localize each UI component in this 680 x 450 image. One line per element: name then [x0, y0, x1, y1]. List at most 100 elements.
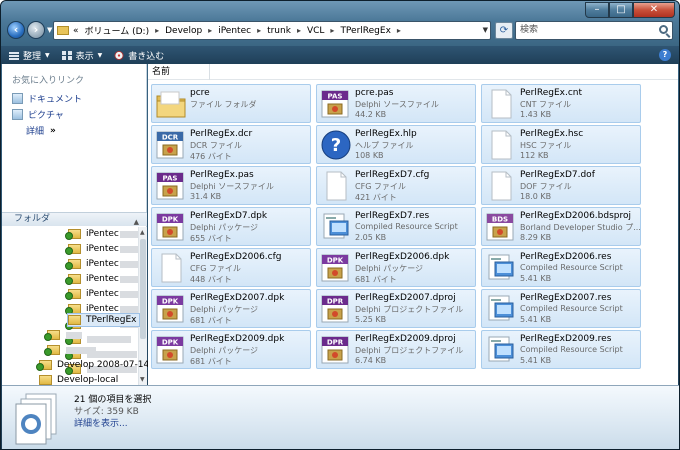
- breadcrumb-separator-icon[interactable]: ▸: [257, 26, 261, 35]
- breadcrumb-separator-icon[interactable]: ▸: [397, 26, 401, 35]
- refresh-button[interactable]: ⟳: [495, 22, 513, 39]
- dpk-file-icon: DPK: [155, 334, 187, 366]
- file-tile[interactable]: DPK PerlRegExD2007.dpk Delphi パッケージ 681 バイト: [151, 289, 311, 328]
- blank-file-icon: [485, 129, 517, 161]
- tree-item-develop-2008[interactable]: Develop 2008-07-14: [36, 358, 149, 372]
- column-header-name[interactable]: 名前: [148, 64, 210, 80]
- search-icon[interactable]: [659, 25, 668, 34]
- file-type: Delphi パッケージ: [190, 223, 259, 232]
- tree-item[interactable]: iPentec: [65, 227, 139, 241]
- svg-text:DPR: DPR: [327, 339, 344, 347]
- file-tile[interactable]: PerlRegEx.hsc HSC ファイル 112 KB: [481, 125, 641, 164]
- file-tile[interactable]: PerlRegExD7.res Compiled Resource Script 2…: [316, 207, 476, 246]
- file-tile[interactable]: pcre ファイル フォルダ: [151, 84, 311, 123]
- breadcrumb-tperlregex[interactable]: TPerlRegEx: [340, 26, 390, 36]
- file-size: 5.41 KB: [520, 274, 552, 283]
- tree-item-tperlregex[interactable]: TPerlRegEx: [67, 313, 141, 327]
- file-tile[interactable]: PerlRegExD7.dof DOF ファイル 18.0 KB: [481, 166, 641, 205]
- forward-button[interactable]: ›: [27, 21, 45, 39]
- file-type: CNT ファイル: [520, 100, 571, 109]
- tree-item[interactable]: iPentec: [65, 287, 139, 301]
- file-tile[interactable]: PerlRegExD2006.res Compiled Resource Scri…: [481, 248, 641, 287]
- folder-icon: [65, 229, 81, 240]
- view-icon: [61, 50, 72, 60]
- tree-item[interactable]: [44, 343, 96, 357]
- dpr-file-icon: DPR: [320, 293, 352, 325]
- file-tile[interactable]: DPK PerlRegExD2009.dpk Delphi パッケージ 681 バイト: [151, 330, 311, 369]
- file-tile[interactable]: PerlRegExD7.cfg CFG ファイル 421 バイト: [316, 166, 476, 205]
- view-button[interactable]: 表示 ▼: [61, 49, 102, 62]
- organize-button[interactable]: 整理 ▼: [9, 49, 50, 62]
- minimize-button[interactable]: –: [585, 2, 609, 18]
- file-type: ファイル フォルダ: [190, 100, 257, 109]
- svg-text:DPK: DPK: [162, 298, 179, 306]
- breadcrumb-develop[interactable]: Develop: [165, 26, 202, 36]
- tree-item[interactable]: iPentec: [65, 242, 139, 256]
- file-type: Compiled Resource Script: [520, 345, 623, 354]
- breadcrumb-vcl[interactable]: VCL: [307, 26, 324, 36]
- breadcrumb-volume[interactable]: ボリューム (D:): [85, 24, 150, 37]
- file-name: PerlRegExD7.dpk: [190, 211, 268, 221]
- file-size: 5.41 KB: [520, 356, 552, 365]
- show-details-link[interactable]: 詳細を表示...: [74, 416, 128, 429]
- file-size: 681 バイト: [190, 316, 232, 325]
- column-header-row: 名前: [148, 64, 678, 80]
- file-type: CFG ファイル: [190, 264, 241, 273]
- favorite-pictures[interactable]: ピクチャ: [12, 108, 64, 121]
- favorite-links-title: お気に入りリンク: [12, 76, 85, 86]
- tree-item[interactable]: iPentec: [65, 272, 139, 286]
- recent-pages-dropdown-icon[interactable]: ▼: [47, 26, 52, 34]
- tree-item[interactable]: [44, 328, 82, 342]
- redacted-text: [119, 230, 139, 238]
- file-tile[interactable]: PerlRegEx.cnt CNT ファイル 1.43 KB: [481, 84, 641, 123]
- breadcrumb-separator-icon[interactable]: ▸: [208, 26, 212, 35]
- scrollbar-thumb[interactable]: [140, 239, 146, 339]
- folders-header[interactable]: フォルダ ▲: [2, 212, 147, 226]
- file-name: PerlRegExD7.dof: [520, 170, 595, 180]
- bds-file-icon: BDS: [485, 211, 517, 243]
- breadcrumb-separator-icon[interactable]: ▸: [330, 26, 334, 35]
- file-tile[interactable]: DPR PerlRegExD2007.dproj Delphi プロジェクトファイル…: [316, 289, 476, 328]
- file-tile[interactable]: PerlRegExD2009.res Compiled Resource Scri…: [481, 330, 641, 369]
- help-icon[interactable]: ?: [659, 49, 671, 61]
- breadcrumb-ipentec[interactable]: iPentec: [218, 26, 251, 36]
- file-tile[interactable]: DCR PerlRegEx.dcr DCR ファイル 476 バイト: [151, 125, 311, 164]
- breadcrumb-overflow[interactable]: «: [73, 26, 79, 36]
- file-tile[interactable]: BDS PerlRegExD2006.bdsproj Borland Develop…: [481, 207, 641, 246]
- address-bar[interactable]: « ボリューム (D:) ▸ Develop ▸ iPentec ▸ trunk…: [53, 21, 491, 40]
- file-name: PerlRegExD2006.cfg: [190, 252, 282, 262]
- redacted-text: [119, 290, 139, 298]
- breadcrumb-trunk[interactable]: trunk: [267, 26, 291, 36]
- close-button[interactable]: ✕: [633, 2, 675, 18]
- pas-file-icon: PAS: [155, 170, 187, 202]
- redacted-text: [66, 346, 96, 354]
- breadcrumb-separator-icon[interactable]: ▸: [297, 26, 301, 35]
- file-size: 44.2 KB: [355, 110, 387, 119]
- search-placeholder: 検索: [520, 25, 539, 35]
- redacted-text: [119, 245, 139, 253]
- file-name: PerlRegEx.cnt: [520, 88, 582, 98]
- file-tile[interactable]: PAS pcre.pas Delphi ソースファイル 44.2 KB: [316, 84, 476, 123]
- favorite-details-link[interactable]: 詳細 »: [26, 124, 56, 138]
- scroll-down-icon[interactable]: ▼: [140, 376, 145, 383]
- search-input[interactable]: 検索: [515, 21, 673, 40]
- scroll-up-icon[interactable]: ▲: [140, 229, 145, 236]
- file-tile[interactable]: DPK PerlRegExD2006.dpk Delphi パッケージ 681 バイト: [316, 248, 476, 287]
- file-tile[interactable]: ? PerlRegEx.hlp ヘルプ ファイル 108 KB: [316, 125, 476, 164]
- file-size: 31.4 KB: [190, 192, 222, 201]
- file-tile[interactable]: PerlRegExD2007.res Compiled Resource Scri…: [481, 289, 641, 328]
- res-file-icon: [485, 334, 517, 366]
- file-type: ヘルプ ファイル: [355, 141, 414, 150]
- file-tile[interactable]: PerlRegExD2006.cfg CFG ファイル 448 バイト: [151, 248, 311, 287]
- burn-button[interactable]: 書き込む: [114, 49, 164, 62]
- redacted-text: [119, 305, 139, 313]
- file-tile[interactable]: DPK PerlRegExD7.dpk Delphi パッケージ 655 バイト: [151, 207, 311, 246]
- back-button[interactable]: ‹: [7, 21, 25, 39]
- tree-item[interactable]: iPentec: [65, 257, 139, 271]
- address-dropdown-icon[interactable]: ▼: [483, 26, 488, 34]
- breadcrumb-separator-icon[interactable]: ▸: [155, 26, 159, 35]
- maximize-button[interactable]: □: [609, 2, 633, 18]
- favorite-documents[interactable]: ドキュメント: [12, 92, 82, 105]
- file-tile[interactable]: PAS PerlRegEx.pas Delphi ソースファイル 31.4 KB: [151, 166, 311, 205]
- file-tile[interactable]: DPR PerlRegExD2009.dproj Delphi プロジェクトファイル…: [316, 330, 476, 369]
